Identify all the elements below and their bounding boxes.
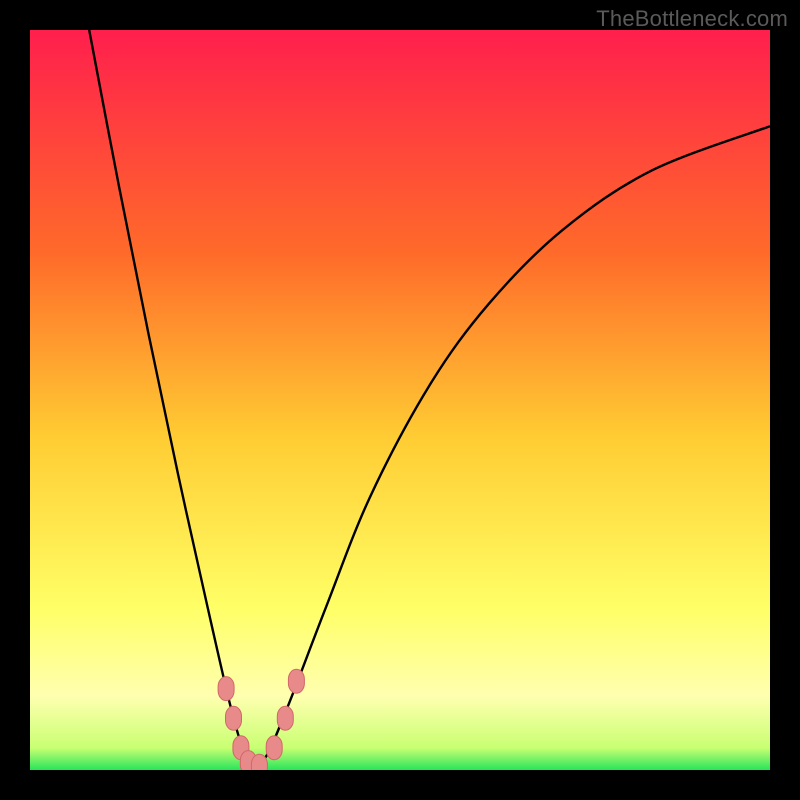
trough-marker [277,706,293,730]
trough-marker [251,754,267,770]
trough-marker [226,706,242,730]
chart-frame: TheBottleneck.com [0,0,800,800]
chart-svg [30,30,770,770]
trough-marker [218,677,234,701]
trough-marker [266,736,282,760]
trough-marker [288,669,304,693]
plot-area [30,30,770,770]
gradient-background [30,30,770,770]
watermark-text: TheBottleneck.com [596,6,788,32]
